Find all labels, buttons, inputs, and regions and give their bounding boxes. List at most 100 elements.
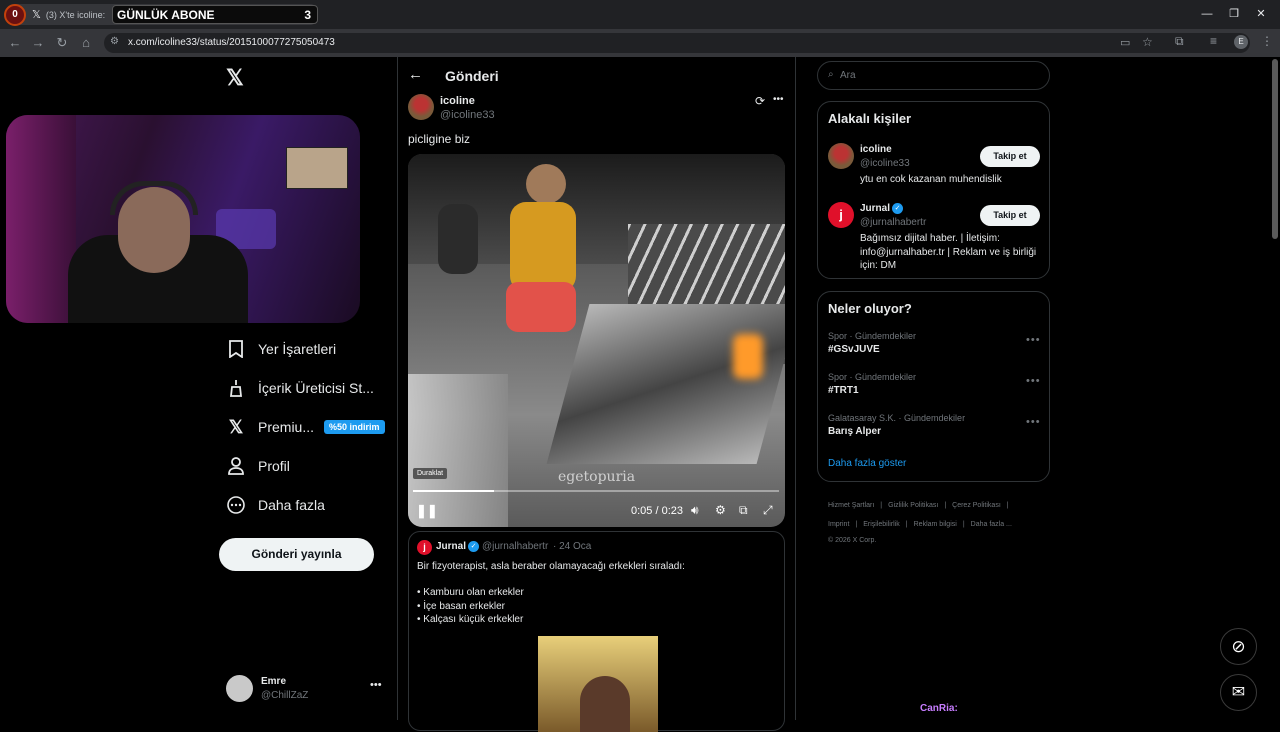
related-avatar[interactable] <box>828 143 854 169</box>
sidebar-item-premium[interactable]: 𝕏 Premiu... %50 indirim <box>226 411 385 443</box>
extensions-icon[interactable]: ⧉ <box>1175 34 1184 49</box>
related-handle[interactable]: @jurnalhabertr <box>860 217 926 228</box>
footer-separator: | <box>944 502 947 509</box>
search-box[interactable]: ⌕ Ara <box>817 61 1050 90</box>
settings-gear-icon[interactable]: ⚙ <box>715 503 726 517</box>
pause-icon[interactable]: ❚❚ <box>416 503 438 519</box>
trend-more-icon[interactable]: ••• <box>1026 416 1041 428</box>
site-info-icon[interactable]: ⚙ <box>110 36 119 47</box>
video-progress-track[interactable] <box>413 490 779 492</box>
video-watermark: egetopuria <box>558 469 636 485</box>
grok-icon[interactable]: ⟳ <box>755 94 765 108</box>
sidebar-item-bookmarks[interactable]: Yer İşaretleri <box>226 333 336 365</box>
quote-line: • Kalçası küçük erkekler <box>417 614 524 626</box>
home-icon[interactable]: ⌂ <box>77 34 95 52</box>
post-header-title: Gönderi <box>445 68 499 84</box>
account-handle: @ChillZaZ <box>261 690 309 701</box>
post-more-icon[interactable]: ••• <box>773 94 784 105</box>
messages-envelope-icon[interactable]: ✉ <box>1220 674 1257 711</box>
bio-line: Bağımsız dijital haber. | İletişim: <box>860 233 1000 244</box>
footer-link[interactable]: Çerez Politikası <box>952 502 1001 509</box>
bookmark-star-icon[interactable]: ☆ <box>1142 35 1153 49</box>
quote-line: • İçe basan erkekler <box>417 600 505 612</box>
account-more-icon[interactable]: ••• <box>370 679 382 691</box>
quote-author-handle: @jurnalhabertr <box>482 541 549 552</box>
grok-float-icon[interactable]: ⊘ <box>1220 628 1257 665</box>
account-switcher[interactable]: Emre @ChillZaZ ••• <box>226 675 390 705</box>
post-button[interactable]: Gönderi yayınla <box>219 538 374 571</box>
forward-icon[interactable]: → <box>29 34 47 52</box>
pause-tooltip: Duraklat <box>413 468 448 479</box>
scrollbar-thumb[interactable] <box>1272 59 1278 239</box>
trend-more-icon[interactable]: ••• <box>1026 334 1041 346</box>
video-escalator <box>546 304 785 464</box>
trend-item[interactable]: Galatasaray S.K. · Gündemdekiler Barış A… <box>828 413 1041 437</box>
follow-button[interactable]: Takip et <box>980 146 1040 167</box>
tab-title: (3) X'te icoline: "pic <box>45 9 106 20</box>
trend-item[interactable]: Spor · Gündemdekiler #GSvJUVE ••• <box>828 331 1041 355</box>
footer-separator: | <box>1006 502 1009 509</box>
related-name[interactable]: icoline <box>860 144 892 155</box>
quote-line-blank <box>417 573 685 586</box>
author-handle[interactable]: @icoline33 <box>440 109 495 121</box>
related-avatar[interactable]: j <box>828 202 854 228</box>
cast-icon[interactable]: ▭ <box>1120 36 1130 49</box>
footer-link[interactable]: Erişilebilirlik <box>863 521 900 528</box>
volume-icon[interactable]: 🔊︎ <box>691 503 699 518</box>
url-text[interactable]: x.com/icoline33/status/20151000772750504… <box>128 37 335 48</box>
account-name: Emre <box>261 676 287 687</box>
sidebar-item-more[interactable]: Daha fazla <box>226 489 325 521</box>
webcam-overlay <box>6 115 360 323</box>
author-name[interactable]: icoline <box>440 95 475 107</box>
x-page: 𝕏 Yer İşaretleri İçerik Üreticisi St... … <box>0 57 1280 732</box>
minimize-icon[interactable]: — <box>1197 6 1217 22</box>
restore-icon[interactable]: ❐ <box>1224 6 1244 22</box>
browser-toolbar: ← → ↻ ⌂ ⚙ x.com/icoline33/status/2015100… <box>0 29 1280 57</box>
footer-separator: | <box>880 502 883 509</box>
footer-link[interactable]: Imprint <box>828 521 849 528</box>
back-icon[interactable]: ← <box>6 34 24 52</box>
footer-link[interactable]: Reklam bilgisi <box>914 521 957 528</box>
sidebar-item-label: Daha fazla <box>258 497 325 513</box>
show-more-link[interactable]: Daha fazla göster <box>828 458 906 469</box>
profile-avatar[interactable]: E <box>1234 35 1248 49</box>
author-avatar[interactable] <box>408 94 434 120</box>
quote-image[interactable] <box>538 636 658 732</box>
footer-row: Imprint | Erişilebilirlik | Reklam bilgisi | D… <box>828 514 1048 533</box>
x-logo-icon: 𝕏 <box>32 9 41 21</box>
related-name[interactable]: Jurnal <box>860 203 890 214</box>
quote-line: Bir fizyoterapist, asla beraber olamayac… <box>417 561 685 572</box>
footer-link[interactable]: Hizmet Şartları <box>828 502 874 509</box>
back-arrow-icon[interactable]: ← <box>408 66 423 83</box>
footer-link[interactable]: Daha fazla ... <box>971 521 1012 528</box>
follow-button[interactable]: Takip et <box>980 205 1040 226</box>
reload-icon[interactable]: ↻ <box>53 34 71 52</box>
trend-more-icon[interactable]: ••• <box>1026 375 1041 387</box>
video-person-sweater <box>510 202 576 292</box>
x-home-logo-icon[interactable]: 𝕏 <box>226 65 244 91</box>
trend-category: Galatasaray S.K. · Gündemdekiler <box>828 413 966 423</box>
bookmark-icon <box>226 339 246 359</box>
quote-author-name: Jurnal <box>436 541 467 552</box>
close-icon[interactable]: ✕ <box>1251 6 1271 22</box>
quote-date: · 24 Oca <box>553 541 592 552</box>
sidebar-item-profile[interactable]: Profil <box>226 450 290 482</box>
quoted-post[interactable]: j Jurnal ✓ @jurnalhabertr · 24 Oca Bir f… <box>408 531 785 732</box>
footer-link[interactable]: Gizlilik Politikası <box>888 502 938 509</box>
video-person-head <box>526 164 566 204</box>
related-handle[interactable]: @icoline33 <box>860 158 910 169</box>
menu-kebab-icon[interactable]: ⋮ <box>1261 34 1273 48</box>
profile-icon <box>226 456 246 476</box>
browser-title-bar: 0 𝕏 (3) X'te icoline: "pic GÜNLÜK ABONE … <box>0 0 1280 29</box>
video-player[interactable]: egetopuria Duraklat ❚❚ 0:05 / 0:23 🔊︎ ⚙ … <box>408 154 785 527</box>
more-circle-icon <box>226 495 246 515</box>
trend-item[interactable]: Spor · Gündemdekiler #TRT1 ••• <box>828 372 1041 396</box>
fullscreen-icon[interactable]: ⤢ <box>763 503 773 518</box>
footer-row: Hizmet Şartları | Gizlilik Politikası | Çere… <box>828 495 1048 514</box>
sidebar-item-creator-studio[interactable]: İçerik Üreticisi St... <box>226 372 374 404</box>
picture-in-picture-icon[interactable]: ⧉ <box>739 503 748 518</box>
premium-discount-badge: %50 indirim <box>324 420 385 434</box>
video-light <box>733 334 763 379</box>
address-bar[interactable]: ⚙ x.com/icoline33/status/201510007727505… <box>104 33 1250 53</box>
media-icon[interactable]: ≡ <box>1210 34 1217 48</box>
